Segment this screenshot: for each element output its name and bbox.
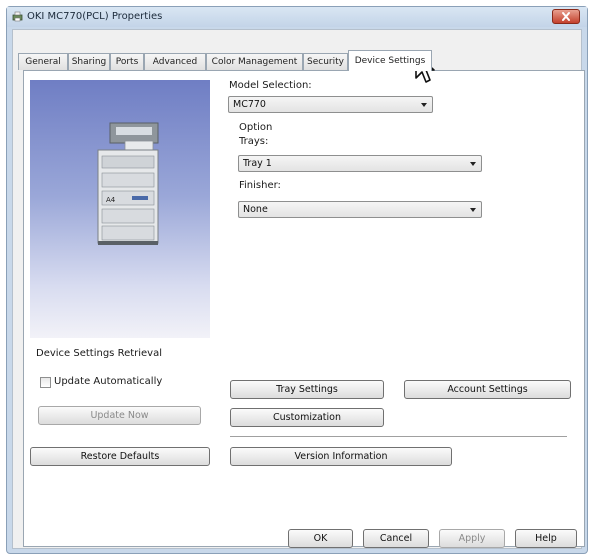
tab-ports[interactable]: Ports: [110, 53, 144, 70]
cancel-button[interactable]: Cancel: [363, 529, 429, 548]
close-icon: [562, 12, 570, 21]
chevron-down-icon: [470, 208, 476, 212]
tray-settings-button[interactable]: Tray Settings: [230, 380, 384, 399]
chevron-down-icon: [421, 103, 427, 107]
model-selection-value: MC770: [233, 99, 266, 110]
trays-label: Trays:: [239, 136, 269, 147]
tab-device-settings[interactable]: Device Settings: [348, 50, 432, 71]
restore-defaults-button[interactable]: Restore Defaults: [30, 447, 210, 466]
close-button[interactable]: [552, 9, 580, 24]
finisher-label: Finisher:: [239, 180, 281, 191]
update-automatically-checkbox[interactable]: [40, 377, 51, 388]
tab-color-management[interactable]: Color Management: [206, 53, 303, 70]
account-settings-button[interactable]: Account Settings: [404, 380, 571, 399]
paper-size-label: A4: [106, 196, 116, 204]
update-now-button[interactable]: Update Now: [38, 406, 201, 425]
apply-button[interactable]: Apply: [439, 529, 505, 548]
copier-illustration: A4: [97, 122, 159, 245]
update-automatically-label[interactable]: Update Automatically: [54, 376, 162, 387]
window-title: OKI MC770(PCL) Properties: [27, 11, 163, 22]
device-preview-image: A4: [30, 80, 210, 338]
trays-dropdown[interactable]: Tray 1: [238, 155, 482, 172]
version-information-button[interactable]: Version Information: [230, 447, 452, 466]
title-bar[interactable]: OKI MC770(PCL) Properties: [7, 7, 587, 27]
retrieval-heading: Device Settings Retrieval: [36, 348, 163, 359]
model-selection-label: Model Selection:: [229, 80, 312, 91]
finisher-dropdown[interactable]: None: [238, 201, 482, 218]
ok-button[interactable]: OK: [288, 529, 353, 548]
printer-icon: [12, 11, 23, 22]
tab-advanced[interactable]: Advanced: [144, 53, 206, 70]
trays-value: Tray 1: [243, 158, 272, 169]
divider: [230, 436, 567, 437]
tab-security[interactable]: Security: [303, 53, 348, 70]
customization-button[interactable]: Customization: [230, 408, 384, 427]
option-group-label: Option: [239, 122, 273, 133]
tab-sharing[interactable]: Sharing: [68, 53, 110, 70]
help-button[interactable]: Help: [515, 529, 577, 548]
finisher-value: None: [243, 204, 268, 215]
chevron-down-icon: [470, 162, 476, 166]
tab-general[interactable]: General: [18, 53, 68, 70]
model-selection-dropdown[interactable]: MC770: [228, 96, 433, 113]
